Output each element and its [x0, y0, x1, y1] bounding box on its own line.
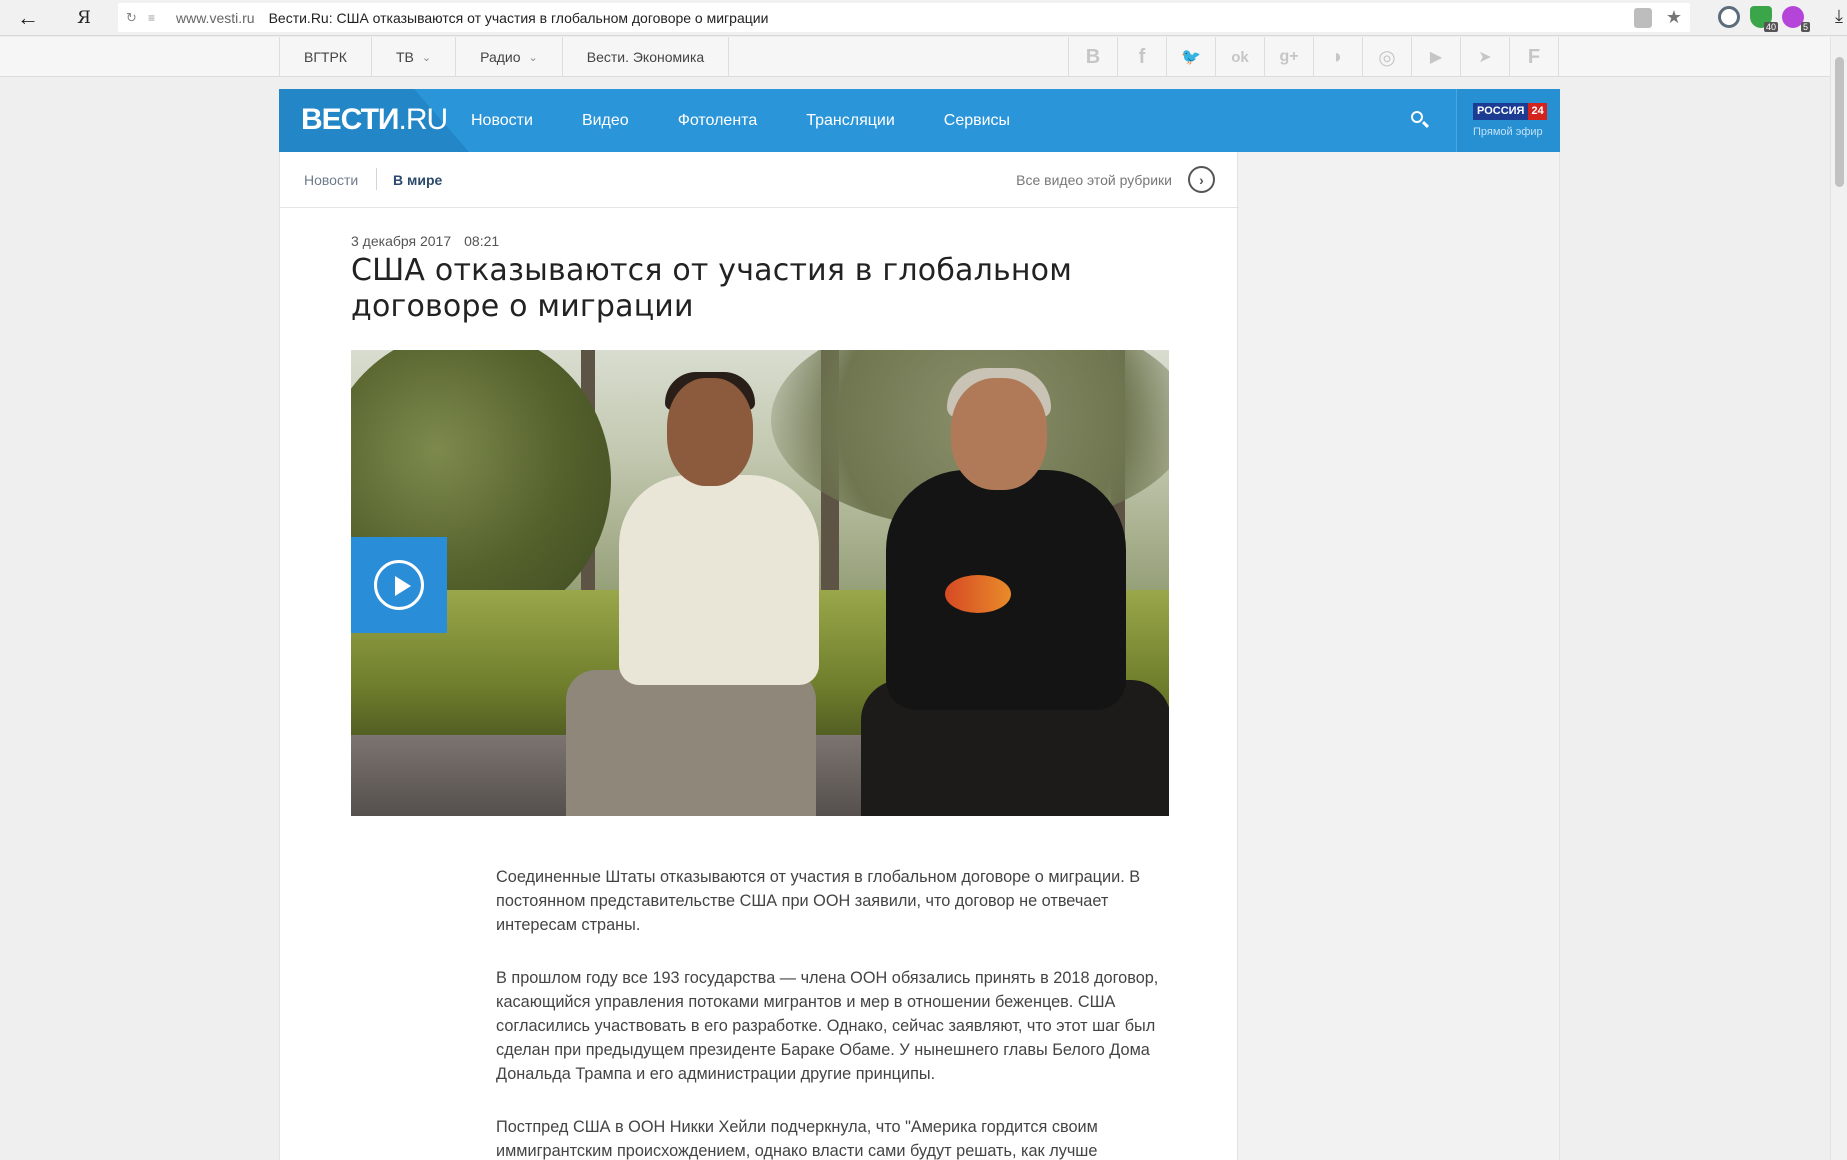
instagram-icon[interactable]: ◎ — [1363, 37, 1412, 77]
site-logo[interactable]: ВЕСТИ.RU — [301, 103, 448, 137]
article-datetime: 3 декабря 2017 08:21 — [351, 233, 499, 249]
bookmark-star-icon[interactable]: ★ — [1666, 7, 1682, 28]
article-headline: США отказываются от участия в глобальном… — [351, 253, 1073, 324]
right-sidebar — [1238, 152, 1560, 1160]
twitter-icon[interactable]: 🐦 — [1167, 37, 1216, 77]
back-button[interactable]: ← — [0, 0, 56, 36]
address-domain: www.vesti.ru — [176, 9, 255, 26]
holding-item-tv[interactable]: ТВ ⌄ — [372, 37, 457, 77]
russia24-logo: РОССИЯ 24 — [1473, 103, 1547, 120]
russia24-name: РОССИЯ — [1473, 103, 1529, 120]
article-date: 3 декабря 2017 — [351, 233, 452, 249]
page-info-icon[interactable]: ≡ — [148, 11, 170, 25]
vk-icon[interactable]: B — [1069, 37, 1118, 77]
breadcrumb-divider — [376, 168, 377, 190]
nav-link-video[interactable]: Видео — [582, 112, 629, 130]
rss-icon[interactable]: ◗ — [1314, 37, 1363, 77]
extension-badge: 5 — [1800, 22, 1810, 32]
chevron-down-icon: ⌄ — [528, 51, 538, 64]
holding-item-label: Радио — [480, 49, 521, 65]
shield-badge: 40 — [1763, 22, 1778, 32]
facebook-icon[interactable]: f — [1118, 37, 1167, 77]
russia24-live-link[interactable]: РОССИЯ 24 Прямой эфир — [1456, 89, 1560, 152]
holding-bar: ВГТРК ТВ ⌄ Радио ⌄ Вести. Экономика B f 🐦 … — [0, 37, 1847, 77]
reload-icon[interactable]: ↻ — [126, 10, 148, 26]
article-paragraph: В прошлом году все 193 государства — чле… — [496, 969, 1159, 1083]
extension-icon[interactable]: 5 — [1782, 6, 1810, 32]
all-video-link[interactable]: Все видео этой рубрики — [1016, 172, 1172, 188]
article-time: 08:21 — [464, 233, 500, 249]
address-page-title: Вести.Ru: США отказываются от участия в … — [268, 9, 769, 26]
play-button[interactable] — [351, 537, 447, 633]
logo-suffix: .RU — [398, 103, 448, 136]
article-paragraph: Постпред США в ООН Никки Хейли подчеркну… — [496, 1118, 1098, 1160]
holding-item-label: Вести. Экономика — [586, 49, 705, 65]
page-scrollbar[interactable] — [1830, 37, 1847, 1160]
holding-item-label: ВГТРК — [304, 49, 347, 65]
search-icon[interactable] — [1409, 109, 1431, 131]
telegram-icon[interactable]: ➤ — [1461, 37, 1510, 77]
alice-icon[interactable] — [1718, 6, 1740, 28]
address-bar[interactable]: ↻ ≡ www.vesti.ru Вести.Ru: США отказываю… — [118, 3, 1690, 32]
nav-link-broadcasts[interactable]: Трансляции — [806, 112, 895, 130]
holding-menu: ВГТРК ТВ ⌄ Радио ⌄ Вести. Экономика — [279, 37, 730, 77]
protect-icon[interactable] — [1633, 7, 1652, 28]
main-navigation: ВЕСТИ.RU Новости Видео Фотолента Трансля… — [279, 89, 1560, 152]
scrollbar-thumb[interactable] — [1835, 57, 1844, 187]
nav-links: Новости Видео Фотолента Трансляции Серви… — [471, 89, 1059, 152]
holding-item-economy[interactable]: Вести. Экономика — [563, 37, 730, 77]
breadcrumb-world[interactable]: В мире — [393, 172, 442, 188]
nav-link-photo[interactable]: Фотолента — [678, 112, 758, 130]
download-icon[interactable]: ⤓ — [1835, 6, 1843, 27]
breadcrumb-news[interactable]: Новости — [304, 172, 358, 188]
nav-link-news[interactable]: Новости — [471, 112, 533, 130]
logo-main: ВЕСТИ — [301, 103, 399, 136]
social-links: B f 🐦 ok g+ ◗ ◎ ▶ ➤ F — [1068, 37, 1559, 77]
article-card: Новости В мире Все видео этой рубрики › … — [279, 152, 1239, 1160]
google-plus-icon[interactable]: g+ — [1265, 37, 1314, 77]
article-body: Соединенные Штаты отказываются от участи… — [496, 865, 1171, 1160]
youtube-icon[interactable]: ▶ — [1412, 37, 1461, 77]
shield-icon[interactable]: 40 — [1750, 6, 1778, 32]
live-label: Прямой эфир — [1473, 126, 1543, 138]
holding-item-label: ТВ — [395, 49, 414, 65]
yandex-button[interactable]: Я — [56, 0, 112, 36]
video-preview[interactable] — [351, 350, 1169, 816]
chevron-right-icon[interactable]: › — [1188, 166, 1215, 193]
flipboard-icon[interactable]: F — [1510, 37, 1559, 77]
odnoklassniki-icon[interactable]: ok — [1216, 37, 1265, 77]
holding-item-radio[interactable]: Радио ⌄ — [456, 37, 563, 77]
chevron-down-icon: ⌄ — [421, 51, 432, 64]
extensions: 40 5 — [1718, 6, 1810, 32]
nav-link-services[interactable]: Сервисы — [944, 112, 1010, 130]
browser-toolbar: ← Я ↻ ≡ www.vesti.ru Вести.Ru: США отказ… — [0, 0, 1847, 36]
article-paragraph: Соединенные Штаты отказываются от участи… — [496, 868, 1141, 934]
russia24-number: 24 — [1528, 103, 1547, 120]
holding-item-vgtrk[interactable]: ВГТРК — [280, 37, 372, 77]
play-icon — [374, 560, 424, 610]
breadcrumb: Новости В мире Все видео этой рубрики › — [280, 152, 1239, 208]
